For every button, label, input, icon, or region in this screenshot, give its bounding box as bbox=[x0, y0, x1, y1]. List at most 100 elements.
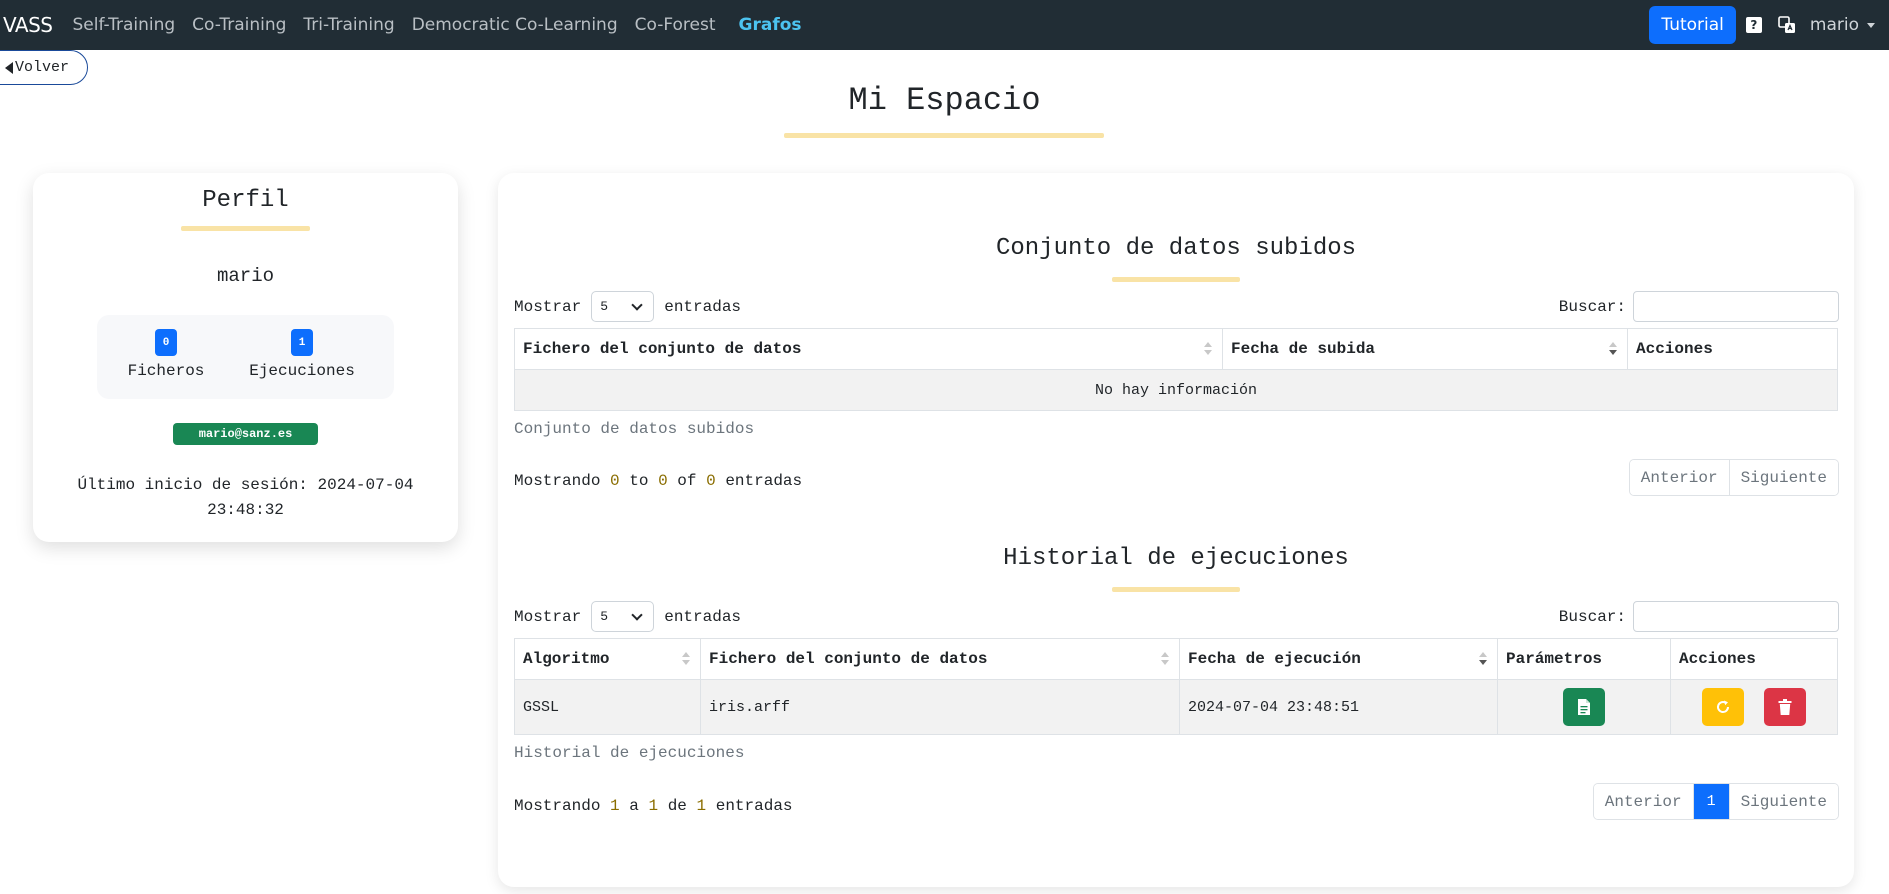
chevron-down-icon bbox=[1867, 22, 1875, 28]
datasets-info: Mostrando 0 to 0 of 0 entradas bbox=[514, 472, 802, 490]
info-to: a bbox=[629, 797, 639, 815]
profile-username: mario bbox=[216, 265, 274, 287]
datasets-page-size-select[interactable]: 5 bbox=[591, 291, 655, 322]
info-prefix: Mostrando bbox=[514, 797, 601, 815]
brand-logo[interactable]: VASS bbox=[3, 13, 53, 37]
history-page-size-value: 5 bbox=[600, 609, 609, 624]
column-header-actions-label: Acciones bbox=[1679, 650, 1756, 668]
navbar: VASS Self-Training Co-Training Tri-Train… bbox=[0, 0, 1889, 50]
document-icon bbox=[1578, 699, 1590, 715]
last-login-label: Último inicio de sesión: 2024-07-04 bbox=[77, 476, 414, 494]
column-header-run-date[interactable]: Fecha de ejecución bbox=[1179, 638, 1498, 680]
column-header-parameters-label: Parámetros bbox=[1506, 650, 1603, 668]
datasets-entries-label: entradas bbox=[664, 297, 742, 316]
delete-button[interactable] bbox=[1763, 688, 1806, 726]
profile-title: Perfil bbox=[202, 187, 289, 214]
info-end: 0 bbox=[658, 472, 668, 490]
runs-label: Ejecuciones bbox=[249, 362, 355, 380]
history-prev-button[interactable]: Anterior bbox=[1593, 784, 1693, 819]
info-suffix: entradas bbox=[715, 797, 793, 815]
cell-algorithm: GSSL bbox=[514, 679, 701, 735]
column-header-actions-label: Acciones bbox=[1636, 340, 1713, 358]
nav-link-self-training[interactable]: Self-Training bbox=[72, 15, 175, 35]
back-button-label: Volver bbox=[15, 59, 70, 76]
help-icon[interactable]: ? bbox=[1745, 17, 1762, 33]
nav-link-co-training[interactable]: Co-Training bbox=[192, 15, 286, 35]
column-header-actions: Acciones bbox=[1670, 638, 1838, 680]
history-next-button[interactable]: Siguiente bbox=[1728, 784, 1838, 819]
email-badge: mario@sanz.es bbox=[173, 423, 318, 445]
empty-table-message: No hay información bbox=[514, 369, 1838, 411]
main-panel: Conjunto de datos subidos Mostrar 5 entr… bbox=[498, 173, 1854, 887]
datasets-table: Fichero del conjunto de datos Fecha de s… bbox=[514, 328, 1838, 411]
view-parameters-button[interactable] bbox=[1563, 688, 1605, 726]
datasets-search: Buscar: bbox=[1559, 291, 1839, 322]
page-title: Mi Espacio bbox=[848, 82, 1041, 119]
sort-icon bbox=[1479, 652, 1487, 668]
datasets-header-row: Fichero del conjunto de datos Fecha de s… bbox=[514, 328, 1838, 370]
info-of: of bbox=[677, 472, 697, 490]
user-menu[interactable]: mario bbox=[1810, 15, 1875, 35]
info-end: 1 bbox=[648, 797, 659, 815]
datasets-prev-button[interactable]: Anterior bbox=[1629, 460, 1729, 495]
history-page-1-button[interactable]: 1 bbox=[1692, 784, 1729, 819]
datasets-search-input[interactable] bbox=[1633, 291, 1839, 322]
translate-icon[interactable] bbox=[1778, 16, 1796, 34]
last-login: Último inicio de sesión: 2024-07-04 23:4… bbox=[33, 473, 458, 523]
cell-actions bbox=[1670, 679, 1838, 735]
column-header-actions: Acciones bbox=[1627, 328, 1838, 370]
history-caption: Historial de ejecuciones bbox=[514, 744, 745, 762]
sort-icon bbox=[682, 652, 690, 668]
profile-stats: 0 Ficheros 1 Ejecuciones bbox=[97, 315, 394, 399]
history-entries-label: entradas bbox=[664, 607, 742, 626]
column-header-run-date-label: Fecha de ejecución bbox=[1188, 650, 1361, 668]
column-header-upload-date[interactable]: Fecha de subida bbox=[1222, 328, 1628, 370]
info-prefix: Mostrando bbox=[514, 472, 601, 490]
files-label: Ficheros bbox=[127, 362, 205, 380]
nav-link-grafos[interactable]: Grafos bbox=[739, 15, 802, 35]
datasets-page-size-value: 5 bbox=[600, 299, 609, 314]
history-length-control: Mostrar 5 entradas bbox=[514, 601, 741, 632]
history-page-size-select[interactable]: 5 bbox=[591, 601, 655, 632]
history-table: Algoritmo Fichero del conjunto de datos … bbox=[514, 638, 1838, 735]
history-search: Buscar: bbox=[1559, 601, 1839, 632]
history-search-label: Buscar: bbox=[1558, 607, 1626, 626]
history-pagination: Anterior 1 Siguiente bbox=[1592, 783, 1839, 820]
info-total: 1 bbox=[696, 797, 707, 815]
title-underline bbox=[784, 133, 1104, 138]
chevron-down-icon bbox=[631, 299, 643, 311]
cell-parameters bbox=[1497, 679, 1671, 735]
info-suffix: entradas bbox=[725, 472, 803, 490]
info-start: 0 bbox=[610, 472, 620, 490]
back-button[interactable]: Volver bbox=[0, 50, 88, 85]
table-row: No hay información bbox=[514, 369, 1838, 411]
column-header-upload-date-label: Fecha de subida bbox=[1231, 340, 1376, 358]
datasets-search-label: Buscar: bbox=[1558, 297, 1626, 316]
files-count-badge: 0 bbox=[155, 329, 177, 356]
rerun-button[interactable] bbox=[1702, 688, 1745, 726]
history-title: Historial de ejecuciones bbox=[1003, 545, 1349, 572]
column-header-algorithm[interactable]: Algoritmo bbox=[514, 638, 701, 680]
history-info: Mostrando 1 a 1 de 1 entradas bbox=[514, 797, 793, 815]
info-of: de bbox=[667, 797, 687, 815]
history-header-row: Algoritmo Fichero del conjunto de datos … bbox=[514, 638, 1838, 680]
datasets-next-button[interactable]: Siguiente bbox=[1728, 460, 1838, 495]
nav-link-tri-training[interactable]: Tri-Training bbox=[303, 15, 394, 35]
column-header-file[interactable]: Fichero del conjunto de datos bbox=[700, 638, 1180, 680]
stat-files: 0 Ficheros bbox=[121, 315, 211, 399]
column-header-file[interactable]: Fichero del conjunto de datos bbox=[514, 328, 1223, 370]
history-search-input[interactable] bbox=[1633, 601, 1839, 632]
datasets-title: Conjunto de datos subidos bbox=[995, 235, 1357, 262]
tutorial-button[interactable]: Tutorial bbox=[1649, 6, 1736, 44]
column-header-algorithm-label: Algoritmo bbox=[523, 650, 610, 668]
column-header-file-label: Fichero del conjunto de datos bbox=[709, 650, 988, 668]
navbar-right: Tutorial ? mario bbox=[1649, 0, 1889, 50]
nav-link-democratic-co-learning[interactable]: Democratic Co-Learning bbox=[412, 15, 618, 35]
sort-icon bbox=[1161, 652, 1169, 668]
back-arrow-icon bbox=[5, 61, 13, 74]
nav-link-co-forest[interactable]: Co-Forest bbox=[635, 15, 716, 35]
sort-icon bbox=[1204, 342, 1212, 358]
runs-count-badge: 1 bbox=[291, 329, 313, 356]
profile-card: Perfil mario 0 Ficheros 1 Ejecuciones ma… bbox=[33, 173, 458, 542]
history-title-underline bbox=[1112, 587, 1240, 592]
